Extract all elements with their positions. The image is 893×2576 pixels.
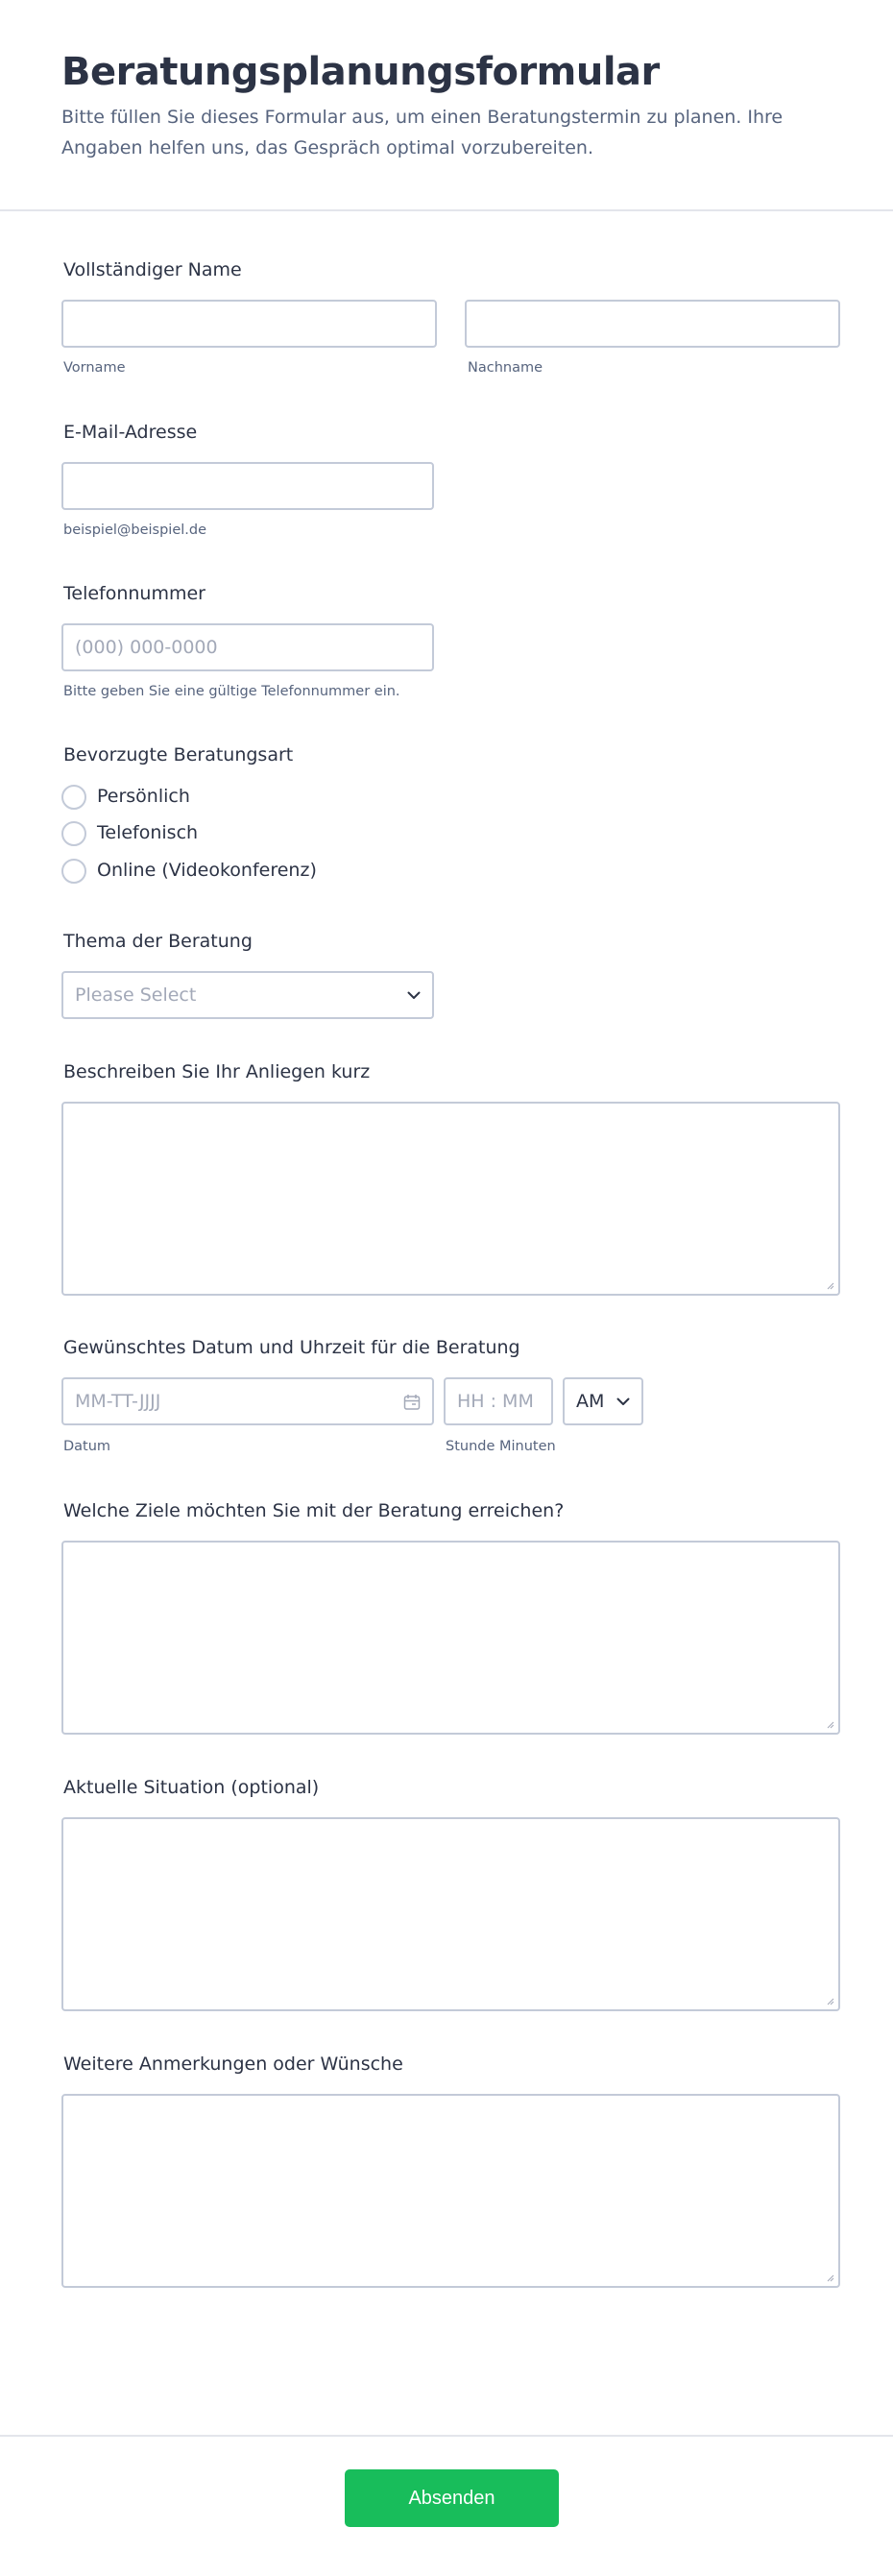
goals-textarea[interactable] [61,1541,840,1735]
radio-label: Persönlich [97,786,190,807]
resize-handle-icon[interactable] [825,1719,834,1729]
topic-placeholder: Please Select [75,984,197,1006]
email-sublabel: beispiel@beispiel.de [63,522,207,538]
situation-textarea[interactable] [61,1817,840,2011]
remarks-label: Weitere Anmerkungen oder Wünsche [63,2054,403,2075]
phone-sublabel: Bitte geben Sie eine gültige Telefonnumm… [63,684,400,699]
goals-label: Welche Ziele möchten Sie mit der Beratun… [63,1500,565,1521]
date-sublabel: Datum [63,1439,111,1454]
concern-textarea[interactable] [61,1102,840,1296]
email-input[interactable] [61,462,434,510]
datetime-label: Gewünschtes Datum und Uhrzeit für die Be… [63,1337,520,1358]
form-header: Beratungsplanungsformular Bitte füllen S… [0,0,893,211]
date-placeholder: MM-TT-JJJJ [75,1391,161,1412]
topic-select[interactable]: Please Select [61,971,434,1019]
form-title: Beratungsplanungsformular [61,50,660,94]
time-sublabel: Stunde Minuten [446,1439,556,1454]
remarks-textarea[interactable] [61,2094,840,2288]
submit-button[interactable]: Absenden [345,2469,559,2527]
radio-label: Online (Videokonferenz) [97,860,317,881]
phone-label: Telefonnummer [63,583,205,604]
resize-handle-icon[interactable] [825,2272,834,2282]
ampm-value: AM [576,1391,605,1412]
concern-label: Beschreiben Sie Ihr Anliegen kurz [63,1061,371,1082]
phone-placeholder: (000) 000-0000 [75,637,218,658]
chevron-down-icon [407,991,421,999]
consult-type-label: Bevorzugte Beratungsart [63,744,294,766]
topic-label: Thema der Beratung [63,931,253,952]
first-name-input[interactable] [61,300,437,348]
radio-button[interactable] [61,821,86,846]
last-name-input[interactable] [465,300,840,348]
full-name-label: Vollständiger Name [63,259,242,280]
resize-handle-icon[interactable] [825,1996,834,2005]
date-input[interactable]: MM-TT-JJJJ [61,1377,434,1425]
situation-label: Aktuelle Situation (optional) [63,1777,320,1798]
ampm-select[interactable]: AM [563,1377,643,1425]
email-label: E-Mail-Adresse [63,422,198,443]
calendar-icon[interactable] [403,1394,421,1411]
radio-button[interactable] [61,859,86,884]
radio-button[interactable] [61,785,86,810]
first-name-sublabel: Vorname [63,360,126,376]
radio-label: Telefonisch [97,822,199,843]
resize-handle-icon[interactable] [825,1280,834,1290]
phone-input[interactable]: (000) 000-0000 [61,623,434,671]
time-placeholder: HH : MM [457,1391,534,1412]
form-subtitle: Bitte füllen Sie dieses Formular aus, um… [61,107,784,158]
chevron-down-icon [616,1397,630,1405]
time-input[interactable]: HH : MM [444,1377,553,1425]
last-name-sublabel: Nachname [468,360,543,376]
